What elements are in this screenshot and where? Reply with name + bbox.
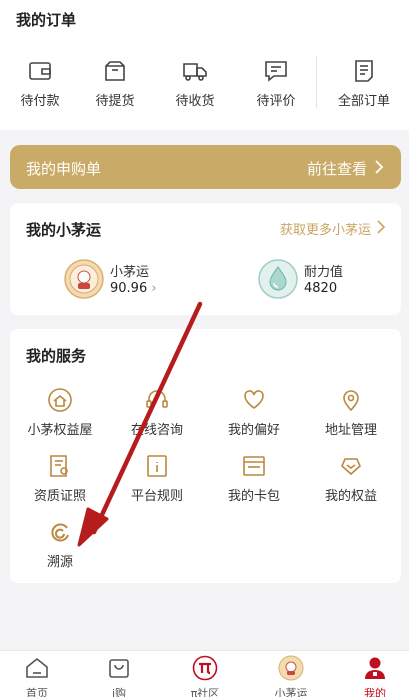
nav-pi-community[interactable]: π社区 xyxy=(164,655,246,697)
wallet-icon xyxy=(29,62,51,80)
luck-stat-value: 90.96 › xyxy=(110,281,157,296)
certificate-icon xyxy=(50,455,68,477)
chevron-right-icon xyxy=(375,160,384,174)
benefit-house-icon xyxy=(48,388,72,412)
rules-icon xyxy=(147,455,167,477)
headset-icon xyxy=(146,390,168,408)
nav-label: 首页 xyxy=(26,687,48,697)
luck-stat-name: 小茅运 xyxy=(110,265,150,280)
orders-divider xyxy=(316,56,317,108)
service-benefit-house[interactable]: 小茅权益屋 xyxy=(12,387,108,443)
order-pending-pickup[interactable]: 待提货 xyxy=(75,58,155,114)
water-drop-icon xyxy=(258,259,298,299)
service-label: 我的权益 xyxy=(324,489,377,504)
nav-label: i购 xyxy=(111,687,127,697)
service-label: 小茅权益屋 xyxy=(27,423,93,438)
service-address[interactable]: 地址管理 xyxy=(303,387,399,443)
order-item-label: 待提货 xyxy=(95,94,135,109)
luck-title: 我的小茅运 xyxy=(26,221,102,239)
service-trace[interactable]: 溯源 xyxy=(12,519,108,575)
bottom-nav: 首页 i购 π社区 小茅运 我的 xyxy=(0,650,409,697)
order-all[interactable]: 全部订单 xyxy=(324,58,404,114)
order-pending-receipt[interactable]: 待收货 xyxy=(155,58,235,114)
xiaomao-medal-icon xyxy=(64,259,104,299)
nav-xiaomao[interactable]: 小茅运 xyxy=(250,655,332,697)
location-pin-icon xyxy=(343,390,359,412)
order-item-label: 待收货 xyxy=(175,94,215,109)
package-icon xyxy=(105,61,125,81)
service-certificates[interactable]: 资质证照 xyxy=(12,453,108,509)
services-title: 我的服务 xyxy=(26,347,87,365)
pi-community-icon xyxy=(192,655,218,681)
trace-icon xyxy=(51,523,69,542)
service-label: 资质证照 xyxy=(33,489,86,504)
apply-order-action[interactable]: 前往查看 xyxy=(307,158,367,179)
heart-icon xyxy=(244,390,264,409)
order-pending-review[interactable]: 待评价 xyxy=(236,58,316,114)
profile-icon xyxy=(365,657,385,679)
stamina-stat-value: 4820 xyxy=(304,281,338,296)
apply-order-banner[interactable]: 我的申购单 前往查看 xyxy=(10,145,401,189)
service-online-consult[interactable]: 在线咨询 xyxy=(109,387,205,443)
comment-icon xyxy=(265,61,287,82)
orders-list-icon xyxy=(355,60,373,82)
orders-section: 我的订单 待付款 待提货 待收货 待评价 全部订单 xyxy=(0,0,409,130)
truck-icon xyxy=(183,63,207,81)
card-wallet-icon xyxy=(243,456,265,476)
service-card-wallet[interactable]: 我的卡包 xyxy=(206,453,302,509)
service-label: 平台规则 xyxy=(130,489,183,504)
apply-order-title: 我的申购单 xyxy=(26,160,102,178)
orders-title: 我的订单 xyxy=(16,11,77,29)
service-label: 我的偏好 xyxy=(227,423,280,438)
service-rules[interactable]: 平台规则 xyxy=(109,453,205,509)
order-item-label: 待评价 xyxy=(256,94,296,109)
xiaomao-icon xyxy=(278,655,304,681)
home-icon xyxy=(26,657,48,678)
nav-home[interactable]: 首页 xyxy=(0,655,78,697)
rights-badge-icon xyxy=(341,458,361,476)
stamina-stat-name: 耐力值 xyxy=(304,265,344,280)
luck-stat[interactable]: 小茅运 90.96 › xyxy=(64,259,204,301)
nav-label: 小茅运 xyxy=(274,687,308,697)
nav-mine[interactable]: 我的 xyxy=(334,655,409,697)
shopping-bag-icon xyxy=(109,659,129,678)
order-item-label: 全部订单 xyxy=(337,94,390,109)
order-pending-payment[interactable]: 待付款 xyxy=(0,58,80,114)
nav-label: 我的 xyxy=(364,687,386,697)
service-label: 我的卡包 xyxy=(227,489,280,504)
chevron-right-icon xyxy=(377,220,386,234)
stamina-stat[interactable]: 耐力值 4820 xyxy=(258,259,378,301)
service-label: 溯源 xyxy=(46,555,73,570)
services-card: 我的服务 小茅权益屋 在线咨询 我的偏好 地址管理 资质证照 平台规则 我的卡包… xyxy=(10,329,401,583)
service-label: 地址管理 xyxy=(324,423,377,438)
service-label: 在线咨询 xyxy=(130,423,183,438)
order-item-label: 待付款 xyxy=(20,94,60,109)
nav-label: π社区 xyxy=(190,687,220,697)
service-preferences[interactable]: 我的偏好 xyxy=(206,387,302,443)
nav-i-buy[interactable]: i购 xyxy=(78,655,160,697)
xiaomao-luck-card: 我的小茅运 获取更多小茅运 小茅运 90.96 › 耐力值 4820 xyxy=(10,203,401,315)
get-more-luck-link[interactable]: 获取更多小茅运 xyxy=(280,219,371,238)
service-my-rights[interactable]: 我的权益 xyxy=(303,453,399,509)
